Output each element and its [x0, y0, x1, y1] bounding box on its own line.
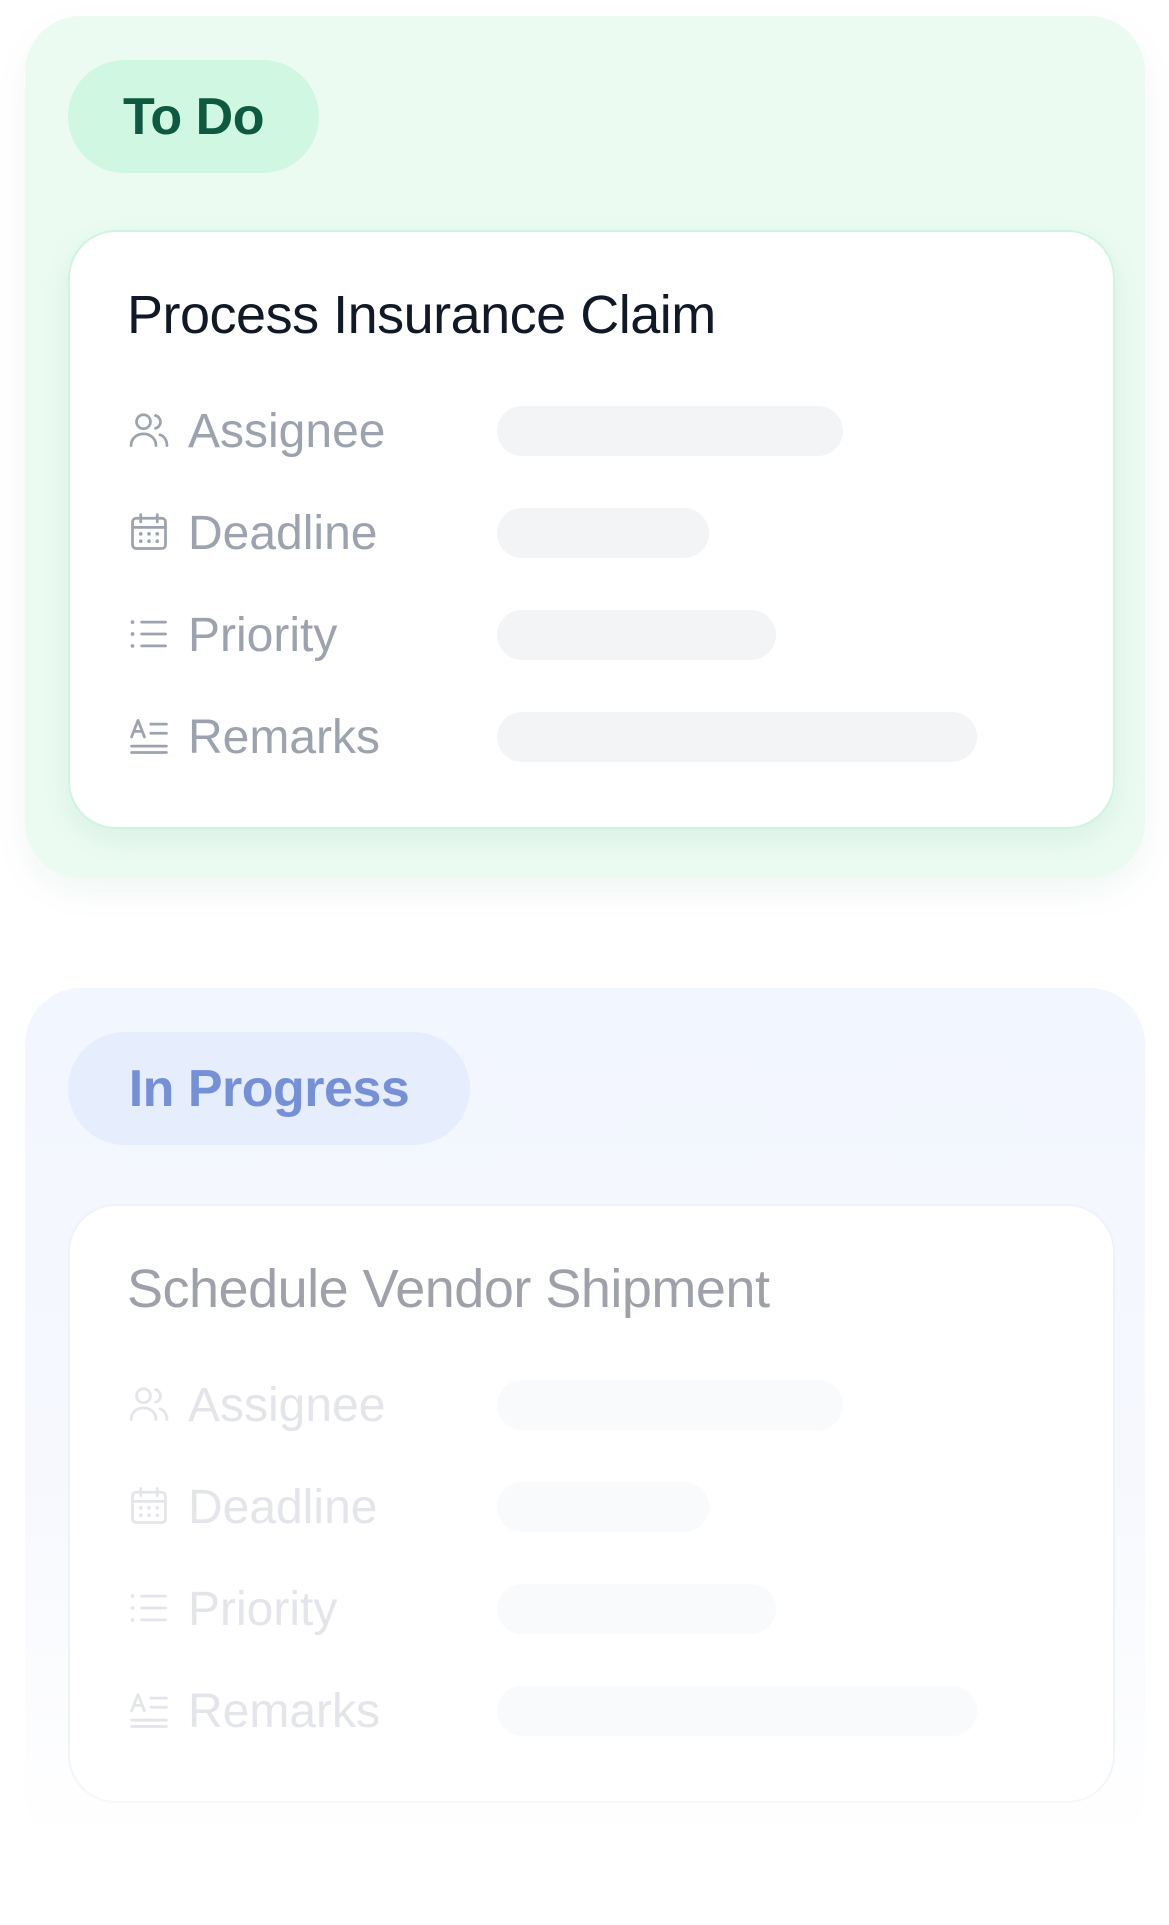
- calendar-icon: [127, 510, 171, 554]
- field-priority: Priority: [127, 604, 1027, 664]
- assignee-placeholder[interactable]: [497, 1380, 843, 1430]
- priority-placeholder[interactable]: [497, 610, 776, 660]
- in-progress-column: In Progress Schedule Vendor Shipment Ass…: [25, 988, 1145, 1848]
- calendar-icon: [127, 1484, 171, 1528]
- column-title-in-progress[interactable]: In Progress: [68, 1032, 470, 1145]
- column-title-todo[interactable]: To Do: [68, 60, 319, 173]
- text-align-icon: [127, 714, 171, 758]
- field-assignee: Assignee: [127, 400, 1027, 460]
- remarks-placeholder[interactable]: [497, 1686, 977, 1736]
- field-label: Remarks: [188, 711, 381, 764]
- todo-column: To Do Process Insurance Claim Assignee D…: [25, 16, 1145, 878]
- task-title: Process Insurance Claim: [127, 285, 716, 345]
- remarks-placeholder[interactable]: [497, 712, 977, 762]
- deadline-placeholder[interactable]: [497, 508, 709, 558]
- field-remarks: Remarks: [127, 1680, 1027, 1740]
- field-deadline: Deadline: [127, 502, 1027, 562]
- users-icon: [127, 1382, 171, 1426]
- field-label: Deadline: [188, 507, 378, 560]
- field-deadline: Deadline: [127, 1476, 1027, 1536]
- field-label: Assignee: [188, 1379, 386, 1432]
- deadline-placeholder[interactable]: [497, 1482, 709, 1532]
- field-label: Assignee: [188, 405, 386, 458]
- assignee-placeholder[interactable]: [497, 406, 843, 456]
- field-priority: Priority: [127, 1578, 1027, 1638]
- field-assignee: Assignee: [127, 1374, 1027, 1434]
- task-card[interactable]: Schedule Vendor Shipment Assignee Deadli…: [68, 1204, 1115, 1803]
- task-card[interactable]: Process Insurance Claim Assignee Deadlin…: [68, 230, 1115, 829]
- field-label: Priority: [188, 609, 338, 662]
- task-title: Schedule Vendor Shipment: [127, 1259, 770, 1319]
- field-remarks: Remarks: [127, 706, 1027, 766]
- field-label: Priority: [188, 1583, 338, 1636]
- priority-placeholder[interactable]: [497, 1584, 776, 1634]
- users-icon: [127, 408, 171, 452]
- field-label: Remarks: [188, 1685, 381, 1738]
- text-align-icon: [127, 1688, 171, 1732]
- list-icon: [127, 612, 171, 656]
- list-icon: [127, 1586, 171, 1630]
- field-label: Deadline: [188, 1481, 378, 1534]
